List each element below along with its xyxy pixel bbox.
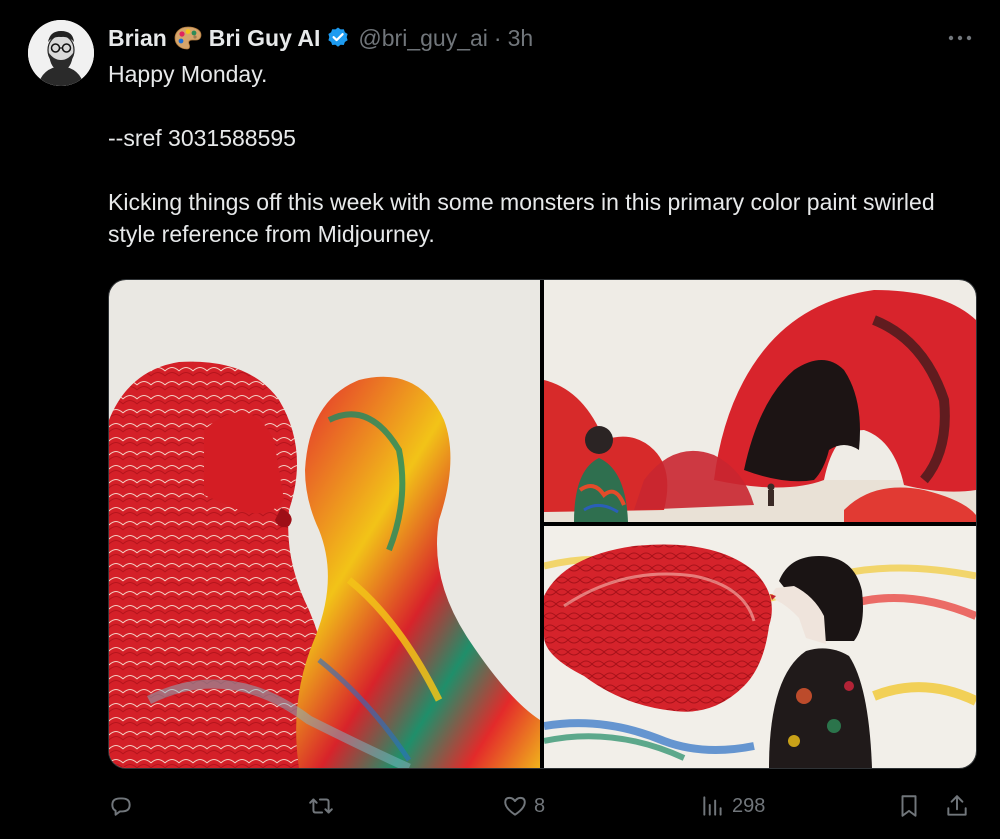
more-options-button[interactable] [944, 26, 976, 50]
tweet-text: Happy Monday. --sref 3031588595 Kicking … [108, 58, 978, 250]
artist-palette-icon [173, 25, 203, 51]
like-button[interactable]: 8 [502, 786, 545, 826]
user-handle[interactable]: @bri_guy_ai [358, 25, 487, 52]
views-icon [703, 796, 722, 816]
share-button[interactable] [944, 786, 970, 826]
avatar[interactable] [28, 20, 94, 86]
media-image-2[interactable] [544, 280, 976, 522]
media-image-3[interactable] [544, 526, 976, 768]
tweet-line: --sref 3031588595 [108, 125, 296, 151]
repost-icon [309, 798, 333, 814]
display-name-suffix[interactable]: Bri Guy AI [209, 25, 321, 52]
heart-icon [504, 796, 526, 816]
display-name[interactable]: Brian [108, 25, 167, 52]
bookmark-icon [901, 795, 917, 817]
tweet-header: Brian Bri Guy AI @bri_guy_ai · 3h [108, 22, 533, 54]
bearded-man-avatar-icon [28, 20, 94, 86]
repost-button[interactable] [308, 786, 340, 826]
tweet-time[interactable]: 3h [508, 25, 534, 52]
separator-dot: · [493, 24, 502, 51]
reply-icon [111, 797, 131, 816]
share-icon [947, 795, 967, 816]
bookmark-button[interactable] [896, 786, 922, 826]
more-dots-icon [948, 35, 972, 41]
action-bar: 8 298 [0, 786, 1000, 826]
tweet-line: Kicking things off this week with some m… [108, 189, 935, 247]
tweet-line: Happy Monday. [108, 61, 268, 87]
reply-button[interactable] [108, 786, 140, 826]
verified-badge-icon [326, 26, 350, 50]
like-count: 8 [534, 794, 546, 817]
views-count: 298 [732, 794, 766, 817]
tweet[interactable]: Brian Bri Guy AI @bri_guy_ai · 3h Happy … [0, 0, 1000, 839]
views-button[interactable]: 298 [700, 786, 765, 826]
media-image-1[interactable] [109, 280, 540, 768]
media-grid [108, 279, 977, 769]
